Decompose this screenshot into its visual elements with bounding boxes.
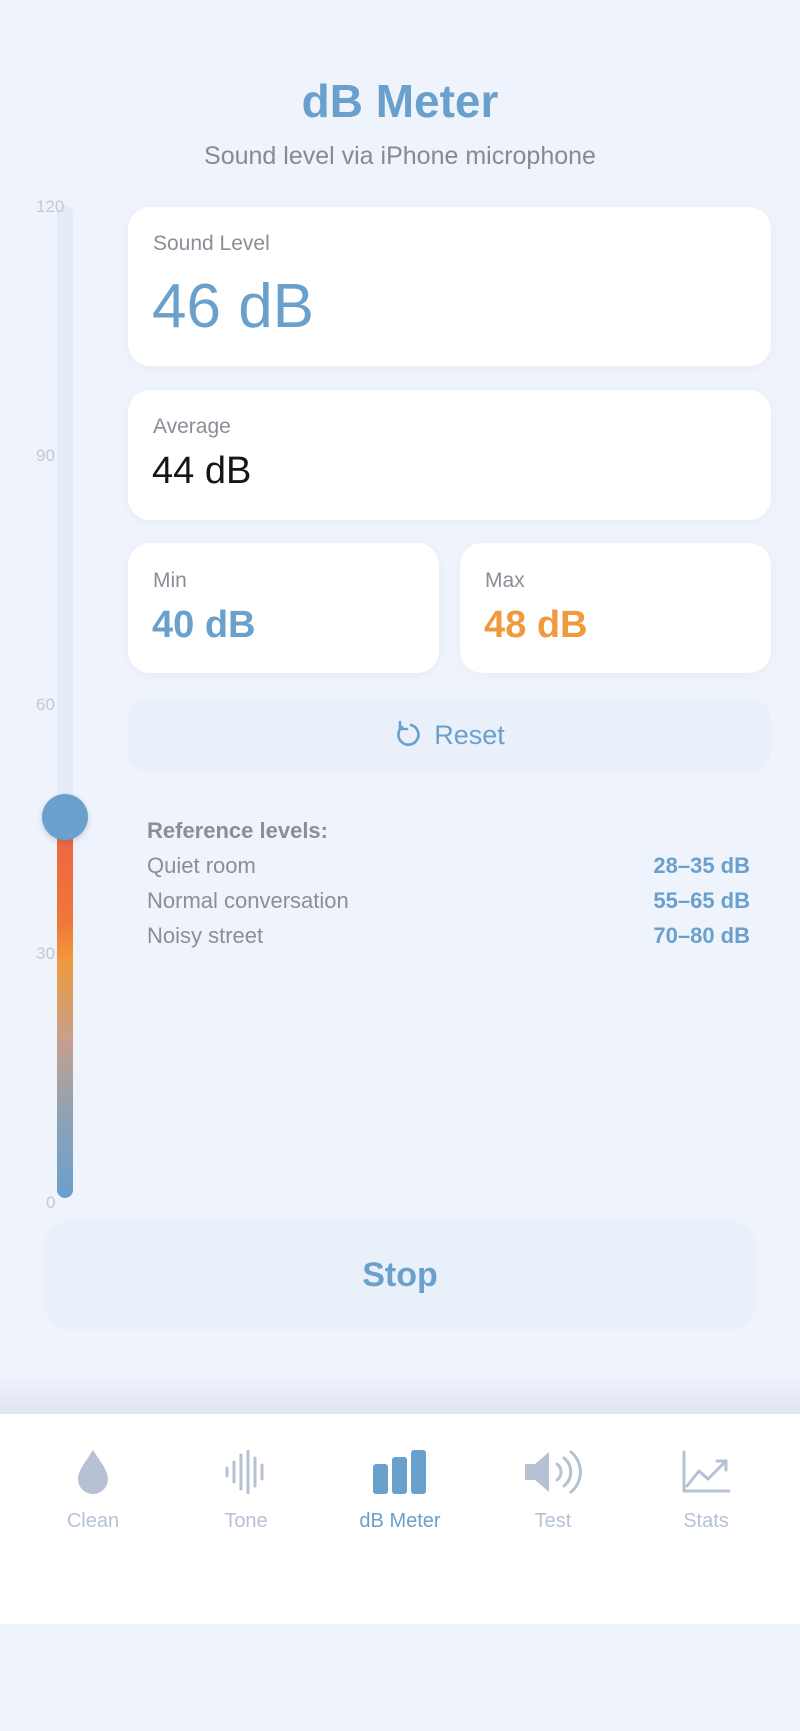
max-card: Max 48 dB [460, 543, 771, 673]
meter-fill [57, 817, 73, 1198]
reference-name: Quiet room [147, 853, 256, 878]
tab-tone[interactable]: Tone [176, 1444, 316, 1544]
meter-tick: 120 [36, 197, 65, 216]
max-label: Max [485, 569, 525, 592]
reference-row: Quiet room 28–35 dB [147, 853, 750, 883]
tab-bar: Clean Tone dB Meter Test Stats [0, 1414, 800, 1624]
bar-chart-icon [368, 1444, 432, 1500]
tabbar-divider [0, 1375, 800, 1415]
reference-name: Noisy street [147, 923, 264, 948]
average-value: 44 dB [152, 450, 252, 492]
page-subtitle: Sound level via iPhone microphone [204, 142, 596, 170]
reset-label: Reset [434, 719, 505, 750]
reference-row: Noisy street 70–80 dB [147, 923, 750, 953]
speaker-icon [521, 1444, 585, 1500]
sound-level-value: 46 dB [152, 272, 315, 341]
meter-indicator [42, 794, 88, 841]
sound-level-label: Sound Level [153, 232, 270, 255]
average-card: Average 44 dB [128, 390, 771, 520]
reference-name: Normal conversation [147, 888, 349, 913]
waveform-icon [214, 1444, 278, 1500]
reset-button[interactable]: Reset [128, 698, 771, 772]
tab-label: Test [534, 1510, 572, 1532]
sound-level-card: Sound Level 46 dB [128, 207, 771, 366]
meter-tick: 60 [36, 695, 55, 714]
stop-button[interactable]: Stop [44, 1220, 756, 1330]
drop-icon [61, 1444, 125, 1500]
reference-range: 70–80 dB [653, 923, 750, 948]
tab-clean[interactable]: Clean [23, 1444, 163, 1544]
page-title: dB Meter [301, 75, 499, 127]
reset-icon [394, 720, 422, 750]
min-value: 40 dB [152, 604, 256, 646]
tab-label: Stats [683, 1510, 729, 1532]
line-chart-icon [674, 1444, 738, 1500]
average-label: Average [153, 415, 231, 438]
tab-db-meter[interactable]: dB Meter [330, 1444, 470, 1544]
meter-tick: 90 [36, 446, 55, 465]
reference-row: Normal conversation 55–65 dB [147, 888, 750, 918]
tab-label: Clean [66, 1510, 120, 1532]
reference-title: Reference levels: [147, 818, 328, 843]
reference-range: 55–65 dB [653, 888, 750, 913]
tab-stats[interactable]: Stats [636, 1444, 776, 1544]
reference-range: 28–35 dB [653, 853, 750, 878]
meter-tick: 30 [36, 944, 55, 963]
meter-tick: 0 [46, 1193, 56, 1212]
tab-test[interactable]: Test [483, 1444, 623, 1544]
min-label: Min [153, 569, 187, 592]
min-card: Min 40 dB [128, 543, 439, 673]
tab-label: Tone [224, 1510, 268, 1532]
max-value: 48 dB [484, 604, 588, 646]
tab-label: dB Meter [359, 1510, 441, 1532]
